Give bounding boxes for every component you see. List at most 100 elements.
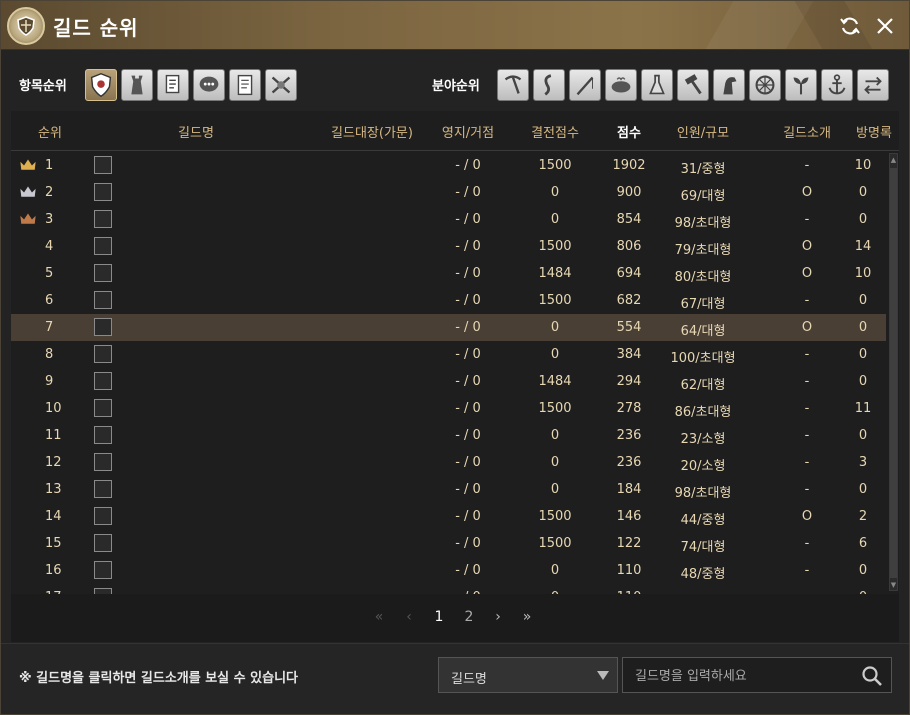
table-row[interactable]: 7- / 0 0 554 64/대형 O 0 <box>11 314 886 341</box>
guestbook-cell[interactable]: 0 <box>843 212 883 227</box>
crossed-axes-ranking-button[interactable] <box>265 69 297 101</box>
intro-cell[interactable]: - <box>779 563 835 578</box>
header-territory[interactable]: 영지/거점 <box>431 122 505 141</box>
next-page-button[interactable]: › <box>488 609 508 625</box>
guild-checkbox[interactable] <box>94 318 112 336</box>
guestbook-cell[interactable]: 10 <box>843 158 883 173</box>
table-row[interactable]: 2- / 0 0 900 69/대형 O 0 <box>11 179 886 206</box>
guild-checkbox[interactable] <box>94 291 112 309</box>
guestbook-cell[interactable]: 11 <box>843 401 883 416</box>
tower-ranking-button[interactable] <box>121 69 153 101</box>
guild-checkbox[interactable] <box>94 480 112 498</box>
header-guild-name[interactable]: 길드명 <box>161 122 231 141</box>
guestbook-cell[interactable]: 6 <box>843 536 883 551</box>
intro-cell[interactable]: - <box>779 158 835 173</box>
trade-ranking-button[interactable] <box>857 69 889 101</box>
table-row[interactable]: 1 - / 0 1500 1902 31/중형 -10 <box>11 152 886 179</box>
scrollbar[interactable]: ▲ ▼ <box>889 153 898 591</box>
header-rank[interactable]: 순위 <box>35 122 65 141</box>
guestbook-cell[interactable]: 0 <box>843 428 883 443</box>
scroll-ranking-button[interactable] <box>229 69 261 101</box>
fishing-rod-ranking-button[interactable] <box>569 69 601 101</box>
table-row[interactable]: 16- / 0 0 110 48/중형 -0 <box>11 557 886 584</box>
header-score[interactable]: 점수 <box>607 122 651 141</box>
close-button[interactable] <box>872 13 898 39</box>
guild-checkbox[interactable] <box>94 183 112 201</box>
guild-checkbox[interactable] <box>94 210 112 228</box>
scroll-up-icon[interactable]: ▲ <box>890 155 897 165</box>
guild-checkbox[interactable] <box>94 561 112 579</box>
intro-cell[interactable]: - <box>779 212 835 227</box>
title-bar[interactable]: 길드 순위 <box>1 1 909 50</box>
header-guestbook[interactable]: 방명록 <box>849 122 899 141</box>
intro-cell[interactable]: - <box>779 293 835 308</box>
search-input[interactable] <box>635 666 855 686</box>
guestbook-cell[interactable]: 10 <box>843 266 883 281</box>
chat-ranking-button[interactable] <box>193 69 225 101</box>
intro-cell[interactable]: O <box>779 320 835 335</box>
seahorse-ranking-button[interactable] <box>533 69 565 101</box>
guild-checkbox[interactable] <box>94 534 112 552</box>
header-intro[interactable]: 길드소개 <box>773 122 841 141</box>
guild-checkbox[interactable] <box>94 453 112 471</box>
page-1-button[interactable]: 1 <box>429 609 449 625</box>
search-button[interactable] <box>861 665 883 687</box>
guestbook-cell[interactable]: 14 <box>843 239 883 254</box>
horse-ranking-button[interactable] <box>713 69 745 101</box>
scroll-down-icon[interactable]: ▼ <box>890 580 897 590</box>
guestbook-cell[interactable]: 3 <box>843 455 883 470</box>
guild-checkbox[interactable] <box>94 426 112 444</box>
guild-emblem-ranking-button[interactable] <box>85 69 117 101</box>
table-row[interactable]: 9 - / 0 1484 294 62/대형 -0 <box>11 368 886 395</box>
anchor-ranking-button[interactable] <box>821 69 853 101</box>
guestbook-cell[interactable]: 0 <box>843 293 883 308</box>
document-ranking-button[interactable] <box>157 69 189 101</box>
guestbook-cell[interactable]: 0 <box>843 320 883 335</box>
guild-checkbox[interactable] <box>94 345 112 363</box>
hammer-ranking-button[interactable] <box>677 69 709 101</box>
last-page-button[interactable]: » <box>517 609 537 625</box>
table-row[interactable]: 17- / 0011021/중형-0 <box>11 584 886 594</box>
table-row[interactable]: 6 - / 0 1500 682 67/대형 -0 <box>11 287 886 314</box>
table-row[interactable]: 5 - / 0 1484 694 80/초대형 O 10 <box>11 260 886 287</box>
intro-cell[interactable]: - <box>779 374 835 389</box>
table-row[interactable]: 13- / 0 0 184 98/초대형 -0 <box>11 476 886 503</box>
intro-cell[interactable]: - <box>779 428 835 443</box>
intro-cell[interactable]: O <box>779 266 835 281</box>
table-row[interactable]: 8- / 0 0 384 100/초대형 -0 <box>11 341 886 368</box>
table-row[interactable]: 12 - / 0 0 236 20/소형 -3 <box>11 449 886 476</box>
refresh-button[interactable] <box>837 13 863 39</box>
header-war-score[interactable]: 결전점수 <box>520 122 590 141</box>
guild-checkbox[interactable] <box>94 372 112 390</box>
guestbook-cell[interactable]: 0 <box>843 185 883 200</box>
intro-cell[interactable]: O <box>779 509 835 524</box>
search-type-select[interactable]: 길드명 <box>438 657 618 693</box>
guild-checkbox[interactable] <box>94 237 112 255</box>
intro-cell[interactable]: - <box>779 482 835 497</box>
intro-cell[interactable]: - <box>779 401 835 416</box>
guestbook-cell[interactable]: 0 <box>843 482 883 497</box>
guestbook-cell[interactable]: 2 <box>843 509 883 524</box>
intro-cell[interactable]: - <box>779 536 835 551</box>
intro-cell[interactable]: O <box>779 239 835 254</box>
intro-cell[interactable]: O <box>779 185 835 200</box>
header-guild-master[interactable]: 길드대장(가문) <box>317 122 427 141</box>
scroll-thumb[interactable] <box>890 168 897 578</box>
guild-checkbox[interactable] <box>94 507 112 525</box>
table-row[interactable]: 14 - / 0 1500 146 44/중형 O 2 <box>11 503 886 530</box>
table-row[interactable]: 10 - / 0 1500 278 86/초대형 -11 <box>11 395 886 422</box>
flask-ranking-button[interactable] <box>641 69 673 101</box>
guild-checkbox[interactable] <box>94 156 112 174</box>
first-page-button[interactable]: « <box>369 609 389 625</box>
intro-cell[interactable]: - <box>779 347 835 362</box>
table-row[interactable]: 11- / 0 0 236 23/소형 -0 <box>11 422 886 449</box>
prev-page-button[interactable]: ‹ <box>399 609 419 625</box>
wheel-ranking-button[interactable] <box>749 69 781 101</box>
guestbook-cell[interactable]: 0 <box>843 563 883 578</box>
sprout-ranking-button[interactable] <box>785 69 817 101</box>
table-row[interactable]: 4 - / 0 1500 806 79/초대형 O 14 <box>11 233 886 260</box>
pickaxe-ranking-button[interactable] <box>497 69 529 101</box>
cooking-ranking-button[interactable] <box>605 69 637 101</box>
guestbook-cell[interactable]: 0 <box>843 347 883 362</box>
guild-checkbox[interactable] <box>94 399 112 417</box>
